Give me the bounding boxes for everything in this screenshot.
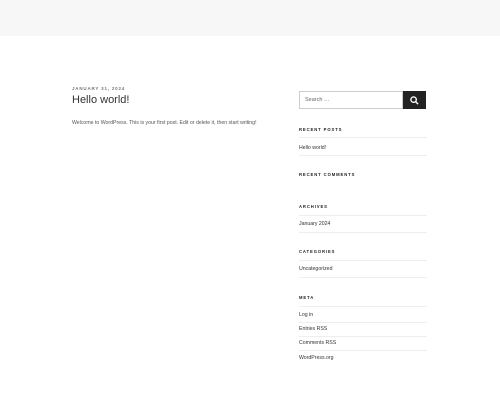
recent-posts-title: Recent Posts [299,127,343,132]
meta-title: Meta [299,295,315,300]
archive-link[interactable]: January 2024 [299,221,427,227]
sidebar: Recent Posts Hello world! Recent Comment… [299,91,427,361]
search-button[interactable] [403,91,426,109]
search-form [299,91,426,109]
meta-login-link[interactable]: Log in [299,312,427,318]
search-icon [410,95,419,105]
divider [299,137,427,138]
recent-post-link[interactable]: Hello world! [299,145,427,151]
site-header [0,0,500,36]
post-date[interactable]: January 31, 2024 [72,86,277,91]
divider [299,215,427,216]
divider [299,350,427,351]
divider [299,336,427,337]
divider [299,277,427,278]
divider [299,306,427,307]
divider [299,322,427,323]
post-content: Welcome to WordPress. This is your first… [72,120,257,126]
divider [299,232,427,233]
meta-entries-rss-link[interactable]: Entries RSS [299,326,427,332]
post-title[interactable]: Hello world! [72,94,277,106]
divider [299,260,427,261]
meta-wordpress-link[interactable]: WordPress.org [299,355,427,361]
recent-comments-title: Recent Comments [299,172,356,177]
search-input[interactable] [299,91,403,109]
categories-title: Categories [299,249,336,254]
category-link[interactable]: Uncategorized [299,266,427,272]
archives-title: Archives [299,204,328,209]
divider [299,155,427,156]
post: January 31, 2024 Hello world! Welcome to… [72,86,277,128]
meta-comments-rss-link[interactable]: Comments RSS [299,340,427,346]
